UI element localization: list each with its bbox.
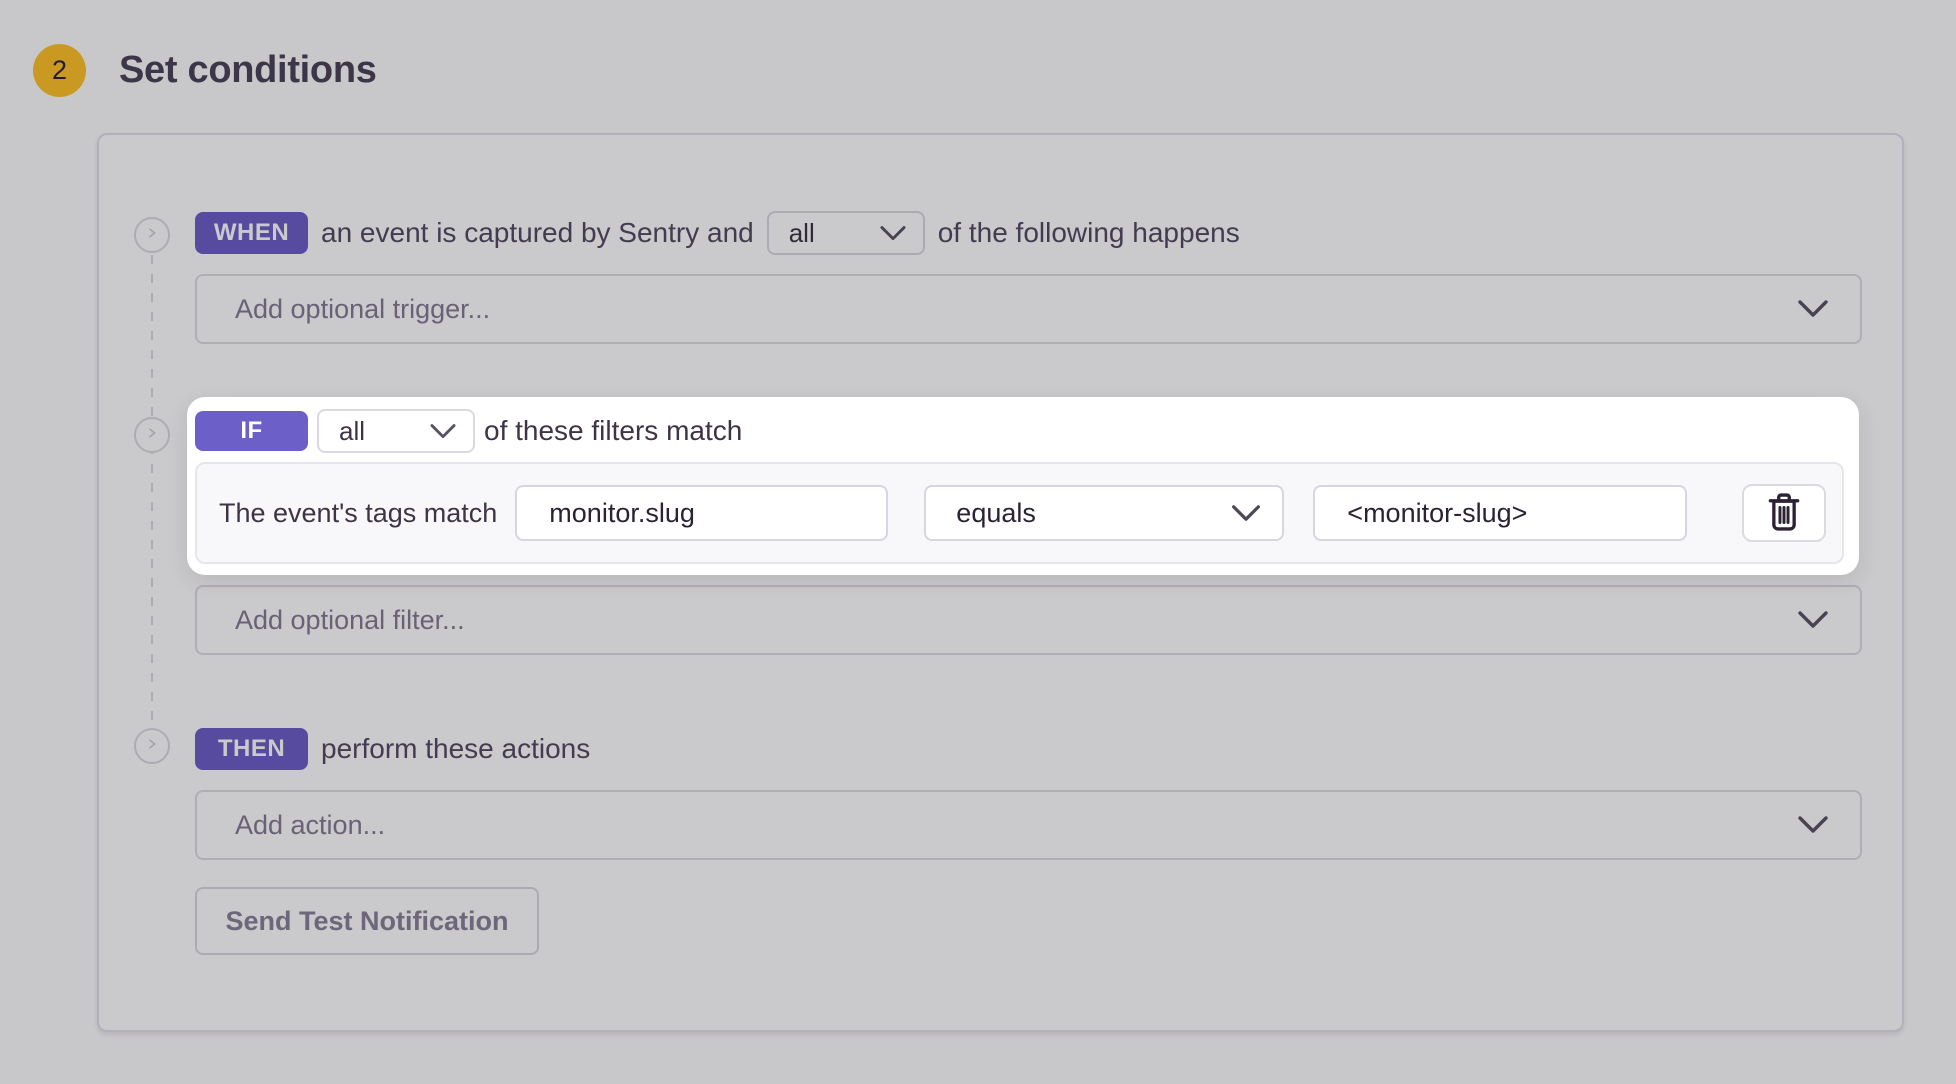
chevron-down-icon <box>429 423 457 440</box>
trigger-placeholder: Add optional trigger... <box>235 294 490 325</box>
if-step-marker <box>134 417 170 453</box>
chevron-right-icon <box>144 425 160 446</box>
filter-match-select[interactable]: equals <box>924 485 1284 541</box>
filter-label: The event's tags match <box>219 498 497 529</box>
filter-value-input[interactable] <box>1313 485 1687 541</box>
alert-rule-builder-page: 2 Set conditions WHEN an event is captur… <box>0 0 1956 1084</box>
filter-placeholder: Add optional filter... <box>235 605 465 636</box>
then-row: THEN perform these actions <box>195 728 590 770</box>
chevron-down-icon <box>879 225 907 242</box>
add-action-select[interactable]: Add action... <box>195 790 1862 860</box>
then-badge: THEN <box>195 728 308 770</box>
chevron-down-icon <box>1230 504 1262 523</box>
filter-condition-row: The event's tags match equals <box>195 462 1844 564</box>
when-badge: WHEN <box>195 212 308 254</box>
filter-key-input[interactable] <box>515 485 888 541</box>
if-aggregate-select[interactable]: all <box>317 409 475 453</box>
if-text-after: of these filters match <box>484 415 742 447</box>
add-optional-trigger-select[interactable]: Add optional trigger... <box>195 274 1862 344</box>
send-test-notification-button[interactable]: Send Test Notification <box>195 887 539 955</box>
chevron-right-icon <box>144 225 160 246</box>
then-step-marker <box>134 728 170 764</box>
when-row: WHEN an event is captured by Sentry and … <box>195 211 1240 255</box>
filter-match-value: equals <box>956 498 1036 529</box>
action-placeholder: Add action... <box>235 810 385 841</box>
when-text-after: of the following happens <box>938 217 1240 249</box>
when-step-marker <box>134 217 170 253</box>
if-aggregate-value: all <box>339 416 365 447</box>
if-badge: IF <box>195 411 308 451</box>
trash-icon <box>1763 489 1805 538</box>
then-text-after: perform these actions <box>321 733 590 765</box>
chevron-down-icon <box>1796 815 1830 835</box>
page-title: Set conditions <box>119 49 377 92</box>
conditions-panel: WHEN an event is captured by Sentry and … <box>97 133 1904 1032</box>
step-number-badge: 2 <box>33 44 86 97</box>
chevron-down-icon <box>1796 299 1830 319</box>
if-row: IF all of these filters match <box>195 410 1844 452</box>
when-aggregate-select[interactable]: all <box>767 211 925 255</box>
when-aggregate-value: all <box>789 218 815 249</box>
if-section-spotlight: IF all of these filters match The event'… <box>187 397 1859 575</box>
chevron-down-icon <box>1796 610 1830 630</box>
timeline-connector <box>151 255 153 747</box>
section-header: 2 Set conditions <box>33 44 377 97</box>
chevron-right-icon <box>144 736 160 757</box>
delete-filter-button[interactable] <box>1742 484 1826 542</box>
add-optional-filter-select[interactable]: Add optional filter... <box>195 585 1862 655</box>
when-text-before: an event is captured by Sentry and <box>321 217 754 249</box>
